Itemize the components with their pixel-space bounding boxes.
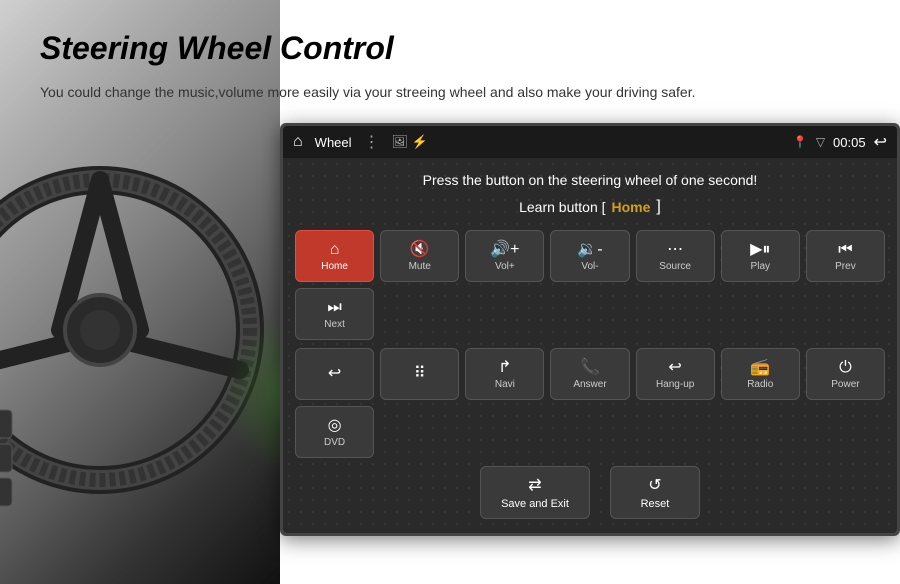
power-icon: ⏻ xyxy=(839,360,852,376)
play-icon: ▶⏸ xyxy=(750,242,770,258)
home-nav-icon[interactable]: ⌂ xyxy=(293,133,303,151)
btn-source-label: Source xyxy=(659,261,691,272)
vol-up-icon: 🔊+ xyxy=(490,242,519,258)
btn-source[interactable]: ⋯ Source xyxy=(636,230,715,282)
btn-answer-label: Answer xyxy=(573,379,606,390)
hangup-icon: ↩ xyxy=(668,360,681,376)
btn-vol-up[interactable]: 🔊+ Vol+ xyxy=(465,230,544,282)
btn-navi[interactable]: ↱ Navi xyxy=(465,348,544,400)
btn-home[interactable]: ⌂ Home xyxy=(295,230,374,282)
reset-icon: ↺ xyxy=(648,475,661,495)
bracket-close: ] xyxy=(656,198,660,216)
bottom-buttons: ⇄ Save and Exit ↺ Reset xyxy=(295,466,885,519)
current-button-name: Home xyxy=(612,199,651,215)
page-container: Steering Wheel Control You could change … xyxy=(0,0,900,584)
back2-icon: ↩ xyxy=(328,366,341,382)
screen-wrapper: ⌂ Wheel ⋮ 🖼 ⚡ 📍 ▽ 00:05 ↩ Press the butt… xyxy=(280,123,900,536)
status-time: 00:05 xyxy=(833,135,866,150)
next-icon: ⏭ xyxy=(327,300,341,316)
save-exit-button[interactable]: ⇄ Save and Exit xyxy=(480,466,590,519)
btn-back[interactable]: ↩ xyxy=(295,348,374,400)
button-grid-row1: ⌂ Home 🔇 Mute 🔊+ Vol+ 🔉- xyxy=(295,230,885,340)
dvd-icon: ◎ xyxy=(328,418,342,434)
btn-grid[interactable]: ⠿ xyxy=(380,348,459,400)
content-area: Steering Wheel Control You could change … xyxy=(0,0,900,556)
navi-icon: ↱ xyxy=(498,360,511,376)
btn-prev-label: Prev xyxy=(835,261,856,272)
save-exit-icon: ⇄ xyxy=(528,475,541,495)
radio-icon: 📻 xyxy=(750,360,770,376)
grid-icon: ⠿ xyxy=(414,366,426,382)
media-icons: 🖼 ⚡ xyxy=(392,134,428,150)
btn-vol-down[interactable]: 🔉- Vol- xyxy=(550,230,629,282)
home-icon: ⌂ xyxy=(330,242,340,258)
prev-icon: ⏮ xyxy=(838,242,852,258)
btn-prev[interactable]: ⏮ Prev xyxy=(806,230,885,282)
screen-content: Press the button on the steering wheel o… xyxy=(283,158,897,533)
answer-icon: 📞 xyxy=(580,360,600,376)
wheel-label: Wheel xyxy=(315,135,352,150)
reset-label: Reset xyxy=(641,498,670,510)
btn-next[interactable]: ⏭ Next xyxy=(295,288,374,340)
btn-next-label: Next xyxy=(324,319,345,330)
btn-play[interactable]: ▶⏸ Play xyxy=(721,230,800,282)
learn-button-row: Learn button [ Home ] xyxy=(295,198,885,216)
btn-vol-down-label: Vol- xyxy=(581,261,598,272)
btn-power-label: Power xyxy=(831,379,859,390)
wifi-icon: ▽ xyxy=(816,135,825,149)
btn-power[interactable]: ⏻ Power xyxy=(806,348,885,400)
gps-icon: 📍 xyxy=(793,135,808,149)
source-icon: ⋯ xyxy=(667,242,683,258)
button-grid-row2: ↩ ⠿ ↱ Navi 📞 A xyxy=(295,348,885,458)
reset-button[interactable]: ↺ Reset xyxy=(610,466,700,519)
btn-hangup-label: Hang-up xyxy=(656,379,694,390)
press-instruction: Press the button on the steering wheel o… xyxy=(295,172,885,188)
page-description: You could change the music,volume more e… xyxy=(40,81,760,103)
btn-answer[interactable]: 📞 Answer xyxy=(550,348,629,400)
btn-vol-up-label: Vol+ xyxy=(495,261,515,272)
page-title: Steering Wheel Control xyxy=(40,30,870,67)
save-exit-label: Save and Exit xyxy=(501,498,569,510)
btn-mute-label: Mute xyxy=(409,261,431,272)
btn-hangup[interactable]: ↩ Hang-up xyxy=(636,348,715,400)
btn-radio[interactable]: 📻 Radio xyxy=(721,348,800,400)
mute-icon: 🔇 xyxy=(410,242,430,258)
back-icon[interactable]: ↩ xyxy=(874,132,887,152)
btn-mute[interactable]: 🔇 Mute xyxy=(380,230,459,282)
btn-radio-label: Radio xyxy=(747,379,773,390)
btn-dvd[interactable]: ◎ DVD xyxy=(295,406,374,458)
status-bar: ⌂ Wheel ⋮ 🖼 ⚡ 📍 ▽ 00:05 ↩ xyxy=(283,126,897,158)
btn-play-label: Play xyxy=(751,261,770,272)
btn-navi-label: Navi xyxy=(495,379,515,390)
vol-down-icon: 🔉- xyxy=(577,242,602,258)
btn-home-label: Home xyxy=(321,261,348,272)
btn-dvd-label: DVD xyxy=(324,437,345,448)
learn-button-label: Learn button [ xyxy=(519,199,605,215)
status-bar-right: 📍 ▽ 00:05 ↩ xyxy=(793,132,887,152)
menu-dots-icon[interactable]: ⋮ xyxy=(364,132,380,152)
